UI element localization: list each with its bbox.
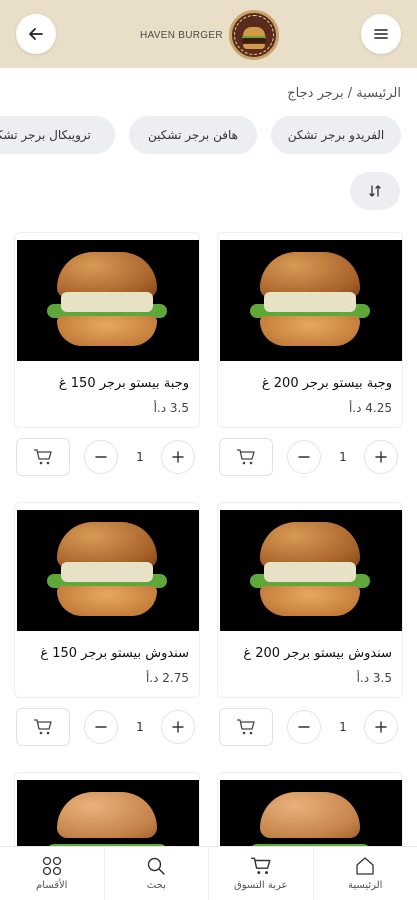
decrease-qty-button[interactable] <box>84 440 118 474</box>
tab-label: عربة التسوق <box>234 880 288 891</box>
arrow-left-icon <box>29 28 43 40</box>
product-card[interactable]: سندوش بيستو برجر 150 غ 2.75 د.أ <box>14 502 200 698</box>
increase-qty-button[interactable] <box>161 440 195 474</box>
cart-icon <box>237 449 255 465</box>
add-to-cart-button[interactable] <box>219 438 273 476</box>
menu-button[interactable] <box>361 14 401 54</box>
product-price: 2.75 د.أ <box>145 671 189 685</box>
sort-button[interactable] <box>350 172 400 210</box>
tab-label: الأقسام <box>36 880 68 891</box>
plus-icon <box>172 721 184 733</box>
tab-label: الرئيسية <box>348 880 383 891</box>
search-icon <box>148 857 165 875</box>
bottom-tab-bar: الأقسام بحث عربة التسوق الرئيسية <box>0 846 417 900</box>
tab-categories[interactable]: الأقسام <box>0 847 105 900</box>
product-name[interactable]: سندوش بيستو برجر 150 غ <box>40 646 189 661</box>
grid-icon <box>42 856 61 876</box>
category-chips: الفريدو برجر تشكن هافن برجر تشكين ترويبك… <box>0 116 417 156</box>
product-image[interactable] <box>17 240 199 361</box>
cart-icon <box>34 449 52 465</box>
product-image[interactable] <box>220 510 402 631</box>
tab-label: بحث <box>146 880 166 891</box>
quantity-value: 1 <box>136 720 144 734</box>
minus-icon <box>298 726 310 728</box>
decrease-qty-button[interactable] <box>287 440 321 474</box>
product-image[interactable] <box>220 240 402 361</box>
minus-icon <box>95 726 107 728</box>
product-card[interactable]: وجبة بيستو برجر 150 غ 3.5 د.أ <box>14 232 200 428</box>
tab-cart[interactable]: عربة التسوق <box>209 847 314 900</box>
cart-icon <box>34 719 52 735</box>
category-chip[interactable]: هافن برجر تشكين <box>129 116 257 154</box>
tab-search[interactable]: بحث <box>105 847 209 900</box>
home-icon <box>356 857 374 875</box>
product-name[interactable]: وجبة بيستو برجر 150 غ <box>59 376 189 391</box>
product-image[interactable] <box>17 510 199 631</box>
brand-logo <box>228 10 279 60</box>
plus-icon <box>172 451 184 463</box>
hamburger-menu-icon <box>374 29 388 39</box>
add-to-cart-button[interactable] <box>16 438 70 476</box>
cart-icon <box>250 857 271 875</box>
category-chip[interactable]: ترويبكال برجر تشكين <box>0 116 115 154</box>
product-name[interactable]: وجبة بيستو برجر 200 غ <box>262 376 392 391</box>
minus-icon <box>95 456 107 458</box>
increase-qty-button[interactable] <box>364 440 398 474</box>
add-to-cart-button[interactable] <box>219 708 273 746</box>
increase-qty-button[interactable] <box>364 710 398 744</box>
product-price: 4.25 د.أ <box>348 401 392 415</box>
sort-icon <box>369 185 381 197</box>
app-header: HAVEN BURGER <box>0 0 417 68</box>
back-button[interactable] <box>16 14 56 54</box>
increase-qty-button[interactable] <box>161 710 195 744</box>
decrease-qty-button[interactable] <box>84 710 118 744</box>
plus-icon <box>375 721 387 733</box>
product-card[interactable]: وجبة بيستو برجر 200 غ 4.25 د.أ <box>217 232 403 428</box>
decrease-qty-button[interactable] <box>287 710 321 744</box>
minus-icon <box>298 456 310 458</box>
tab-home[interactable]: الرئيسية <box>314 847 417 900</box>
product-name[interactable]: سندوش بيستو برجر 200 غ <box>243 646 392 661</box>
brand-name: HAVEN BURGER <box>140 29 223 41</box>
breadcrumb[interactable]: الرئيسية / برجر دجاج <box>287 86 401 101</box>
product-price: 3.5 د.أ <box>356 671 392 685</box>
quantity-value: 1 <box>136 450 144 464</box>
product-price: 3.5 د.أ <box>153 401 189 415</box>
plus-icon <box>375 451 387 463</box>
product-card[interactable]: سندوش بيستو برجر 200 غ 3.5 د.أ <box>217 502 403 698</box>
cart-icon <box>237 719 255 735</box>
category-chip[interactable]: الفريدو برجر تشكن <box>271 116 401 154</box>
brand[interactable]: HAVEN BURGER <box>140 10 279 60</box>
quantity-value: 1 <box>339 450 347 464</box>
quantity-value: 1 <box>339 720 347 734</box>
add-to-cart-button[interactable] <box>16 708 70 746</box>
